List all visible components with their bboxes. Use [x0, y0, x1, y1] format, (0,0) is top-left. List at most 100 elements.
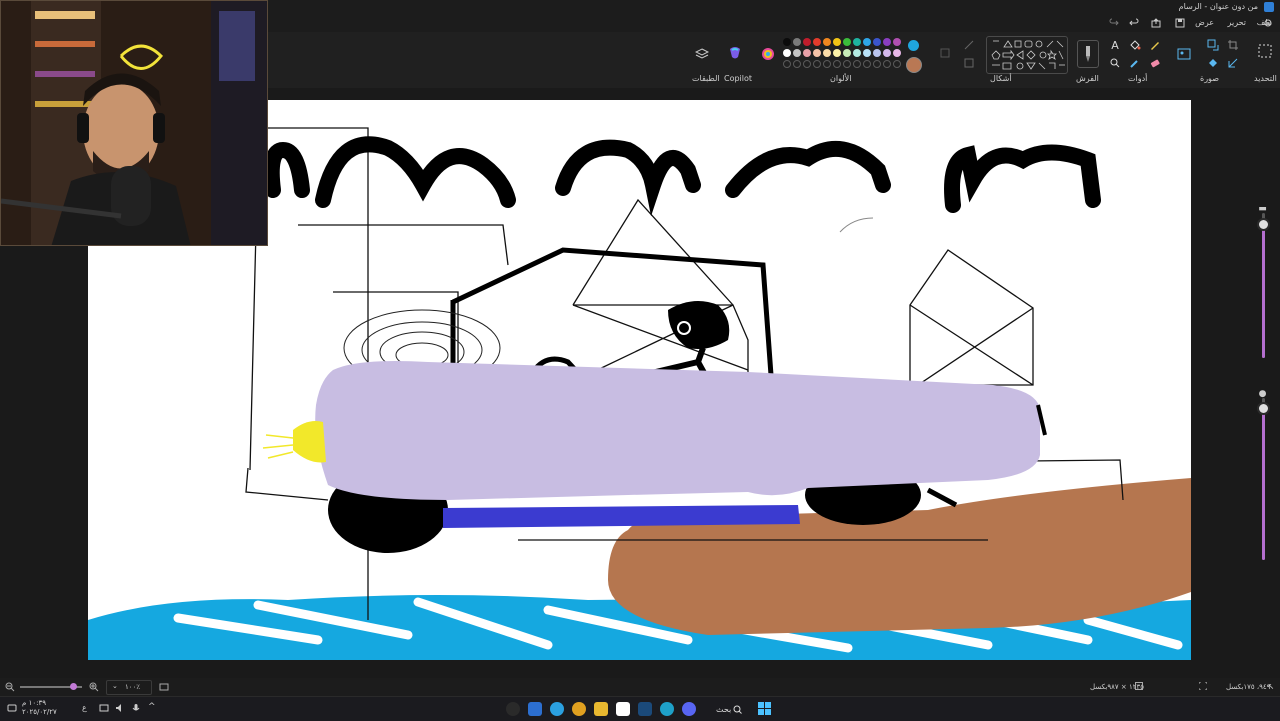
edit-colors-icon[interactable] [760, 46, 776, 62]
fit-to-window-icon[interactable] [158, 681, 170, 693]
layers-icon[interactable] [694, 46, 710, 62]
custom-color-slot[interactable] [833, 60, 841, 68]
brush-size-icon: ▬ [1258, 203, 1267, 214]
shapes-gallery[interactable] [986, 36, 1068, 74]
fill-style-icon[interactable] [962, 56, 976, 70]
palette-swatch[interactable] [783, 49, 791, 57]
palette-swatch[interactable] [803, 49, 811, 57]
eraser-icon[interactable] [1148, 56, 1162, 70]
network-icon[interactable] [98, 702, 110, 714]
text-tool-icon[interactable]: A [1108, 38, 1122, 52]
palette-swatch[interactable] [783, 38, 791, 46]
palette-swatch[interactable] [883, 38, 891, 46]
image-gen-icon[interactable] [1176, 46, 1192, 62]
custom-color-slot[interactable] [893, 60, 901, 68]
language-indicator[interactable]: ع [82, 703, 87, 712]
volume-icon[interactable] [114, 702, 126, 714]
palette-swatch[interactable] [863, 49, 871, 57]
settings-icon[interactable] [1262, 17, 1274, 29]
clock-time[interactable]: ١٠:٣٩ م [22, 699, 46, 707]
taskbar-search[interactable]: بحث [706, 700, 746, 718]
resize-icon[interactable] [1206, 38, 1220, 52]
telegram-icon[interactable] [550, 702, 564, 716]
rotate-icon[interactable] [1206, 56, 1220, 70]
palette-swatch[interactable] [843, 38, 851, 46]
palette-swatch[interactable] [833, 38, 841, 46]
save-icon[interactable] [1174, 17, 1186, 29]
notifications-icon[interactable] [6, 702, 18, 714]
palette-swatch[interactable] [793, 49, 801, 57]
opacity-slider-thumb[interactable] [1257, 402, 1270, 415]
palette-swatch[interactable] [833, 49, 841, 57]
custom-color-slot[interactable] [793, 60, 801, 68]
custom-color-slot[interactable] [853, 60, 861, 68]
share-icon[interactable] [1150, 17, 1162, 29]
palette-swatch[interactable] [853, 49, 861, 57]
size-slider-thumb[interactable] [1257, 218, 1270, 231]
size-slider-fill [1262, 228, 1265, 358]
palette-swatch[interactable] [843, 49, 851, 57]
streamer-camera-feed [1, 1, 267, 245]
palette-swatch[interactable] [853, 38, 861, 46]
palette-swatch[interactable] [823, 49, 831, 57]
crop-icon[interactable] [1226, 38, 1240, 52]
edge-icon[interactable] [660, 702, 674, 716]
color-picker-icon[interactable] [1128, 56, 1142, 70]
microphone-icon[interactable] [130, 702, 142, 714]
custom-color-slot[interactable] [863, 60, 871, 68]
palette-swatch[interactable] [873, 49, 881, 57]
select-tool-icon[interactable] [1256, 42, 1274, 60]
custom-color-slot[interactable] [873, 60, 881, 68]
obs-taskbar-icon[interactable] [506, 702, 520, 716]
store-icon[interactable] [616, 702, 630, 716]
palette-swatch[interactable] [873, 38, 881, 46]
zoom-level-value: ١٠٠٪ [125, 683, 141, 691]
discord-icon[interactable] [682, 702, 696, 716]
task-manager-icon[interactable] [528, 702, 542, 716]
redo-icon[interactable] [1108, 17, 1120, 29]
custom-color-slot[interactable] [823, 60, 831, 68]
outline-style-icon[interactable] [962, 38, 976, 52]
steam-icon[interactable] [638, 702, 652, 716]
custom-color-slot[interactable] [803, 60, 811, 68]
chrome-icon[interactable] [572, 702, 586, 716]
zoom-level-box[interactable]: ١٠٠٪ ⌄ [106, 680, 152, 695]
palette-swatch[interactable] [813, 38, 821, 46]
opacity-slider-fill [1262, 408, 1265, 560]
color-palette[interactable] [783, 38, 903, 68]
custom-color-slot[interactable] [843, 60, 851, 68]
cursor-position-text: ٩٤٩، ١٧٥بكسل [1226, 683, 1271, 691]
zoom-in-icon[interactable] [88, 681, 100, 693]
palette-swatch[interactable] [883, 49, 891, 57]
file-explorer-icon[interactable] [594, 702, 608, 716]
menu-edit[interactable]: تحرير [1228, 18, 1246, 27]
palette-swatch[interactable] [793, 38, 801, 46]
menu-view[interactable]: عرض [1195, 18, 1214, 27]
pencil-icon[interactable] [1148, 38, 1162, 52]
palette-swatch[interactable] [893, 49, 901, 57]
brush-icon[interactable] [1077, 40, 1099, 68]
image-group-label: صورة [1200, 74, 1219, 83]
palette-swatch[interactable] [893, 38, 901, 46]
palette-swatch[interactable] [863, 38, 871, 46]
custom-color-slot[interactable] [783, 60, 791, 68]
flip-icon[interactable] [1226, 56, 1240, 70]
secondary-color-swatch[interactable] [906, 57, 922, 73]
fill-icon[interactable] [1128, 38, 1142, 52]
primary-color-swatch[interactable] [908, 40, 919, 51]
tray-expand-chevron[interactable]: ^ [148, 702, 156, 712]
palette-swatch[interactable] [813, 49, 821, 57]
palette-swatch[interactable] [823, 38, 831, 46]
zoom-slider-thumb[interactable] [70, 683, 77, 690]
custom-color-slot[interactable] [813, 60, 821, 68]
shape-rotate-icon[interactable] [938, 46, 952, 60]
magnifier-icon[interactable] [1108, 56, 1122, 70]
clock-date[interactable]: ٢٠٢٥/٠٢/٢٧ [22, 708, 57, 716]
start-button-windows-icon[interactable] [758, 702, 771, 715]
palette-swatch[interactable] [803, 38, 811, 46]
zoom-out-icon[interactable] [4, 681, 16, 693]
undo-icon[interactable] [1128, 17, 1140, 29]
cursor-position-icon: ↖ [1267, 681, 1275, 691]
copilot-icon[interactable] [726, 44, 744, 62]
custom-color-slot[interactable] [883, 60, 891, 68]
